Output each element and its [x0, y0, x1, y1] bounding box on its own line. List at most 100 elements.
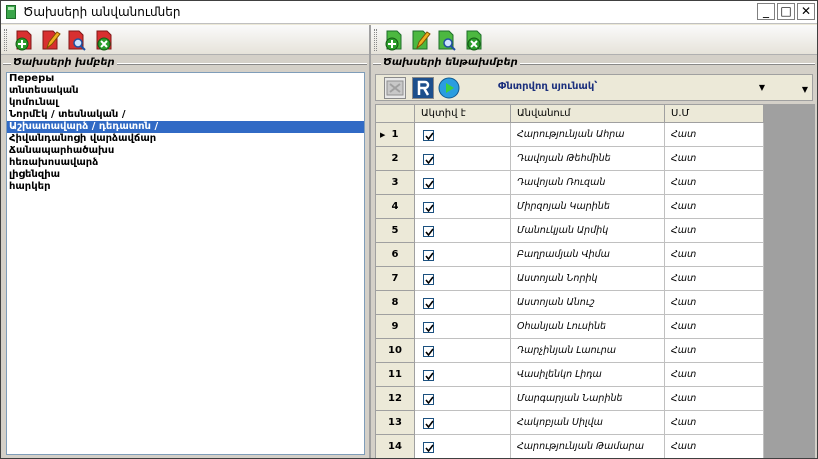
active-checkbox[interactable] — [423, 249, 434, 261]
name-cell[interactable]: Վասիլենկո Լիդա — [510, 362, 665, 387]
active-checkbox[interactable] — [423, 369, 434, 381]
row-number[interactable]: 10 — [375, 338, 415, 363]
unit-cell[interactable]: Հատ — [664, 146, 764, 171]
group-list-item[interactable]: Աշխատավարձ / դեդատոն / — [7, 121, 364, 133]
name-cell[interactable]: Օհանյան Լուսինե — [510, 314, 665, 339]
group-list-item[interactable]: Նորմէկ / տեսնական / — [7, 109, 364, 121]
active-checkbox[interactable] — [423, 177, 434, 189]
row-number[interactable]: 7 — [375, 266, 415, 291]
group-list-item[interactable]: Ճանապարհածախս — [7, 145, 364, 157]
row-number[interactable]: 9 — [375, 314, 415, 339]
active-checkbox[interactable] — [423, 417, 434, 429]
table-row[interactable]: 6 Բաղրամյան Վիմա Հատ — [375, 242, 764, 267]
active-checkbox[interactable] — [423, 441, 434, 453]
row-number[interactable]: 13 — [375, 410, 415, 435]
unit-cell[interactable]: Հատ — [664, 170, 764, 195]
unit-cell[interactable]: Հատ — [664, 122, 764, 147]
active-checkbox[interactable] — [423, 201, 434, 213]
active-checkbox[interactable] — [423, 345, 434, 357]
active-checkbox[interactable] — [423, 393, 434, 405]
active-checkbox[interactable] — [423, 153, 434, 165]
name-cell[interactable]: Աստոյան Նորիկ — [510, 266, 665, 291]
edit-group-button[interactable] — [39, 28, 61, 52]
active-checkbox[interactable] — [423, 321, 434, 333]
unit-cell[interactable]: Հատ — [664, 218, 764, 243]
name-cell[interactable]: Դարչինյան Լաուրա — [510, 338, 665, 363]
toolbar-overflow-icon[interactable]: ▼ — [798, 75, 812, 100]
name-cell[interactable]: Մանուկյան Արմիկ — [510, 218, 665, 243]
group-list-item[interactable]: Հիվանդանոցի վարձավճար — [7, 133, 364, 145]
group-list-item[interactable]: Переры — [7, 73, 364, 85]
toolbar-grip[interactable] — [4, 29, 7, 51]
unit-cell[interactable]: Հատ — [664, 434, 764, 458]
row-number[interactable]: 11 — [375, 362, 415, 387]
row-number[interactable]: 14 — [375, 434, 415, 458]
toolbar-grip[interactable] — [374, 29, 377, 51]
add-group-button[interactable] — [13, 28, 35, 52]
table-row[interactable]: 12 Մարգարյան Նարինե Հատ — [375, 386, 764, 411]
col-header-active[interactable]: Ակտիվ է — [414, 104, 511, 123]
table-row[interactable]: 7 Աստոյան Նորիկ Հատ — [375, 266, 764, 291]
name-cell[interactable]: Դավոյան Թեհմինե — [510, 146, 665, 171]
table-row[interactable]: ▶ 1 Հարությունյան Ահրա Հատ — [375, 122, 764, 147]
row-number[interactable]: 3 — [375, 170, 415, 195]
active-checkbox[interactable] — [423, 225, 434, 237]
group-list-item[interactable]: հեռախոսավարձ — [7, 157, 364, 169]
unit-cell[interactable]: Հատ — [664, 362, 764, 387]
unit-cell[interactable]: Հատ — [664, 266, 764, 291]
table-row[interactable]: 4 Միրզոյան Կարինե Հատ — [375, 194, 764, 219]
chevron-down-icon[interactable]: ▼ — [754, 79, 770, 96]
unit-cell[interactable]: Հատ — [664, 242, 764, 267]
row-number[interactable]: 6 — [375, 242, 415, 267]
edit-subgroup-button[interactable] — [409, 28, 431, 52]
find-group-button[interactable] — [65, 28, 87, 52]
delete-subgroup-button[interactable] — [463, 28, 485, 52]
row-number[interactable]: 12 — [375, 386, 415, 411]
name-cell[interactable]: Հարությունյան Թամարա — [510, 434, 665, 458]
delete-group-button[interactable] — [93, 28, 115, 52]
name-cell[interactable]: Աստոյան Անուշ — [510, 290, 665, 315]
report-button[interactable] — [412, 77, 434, 99]
unit-cell[interactable]: Հատ — [664, 338, 764, 363]
col-header-name[interactable]: Անվանում — [510, 104, 665, 123]
search-column-combo[interactable]: Փնտրվող սյունակ՝ ▼ — [476, 78, 772, 98]
group-list-item[interactable]: կոմունալ — [7, 97, 364, 109]
unit-cell[interactable]: Հատ — [664, 194, 764, 219]
unit-cell[interactable]: Հատ — [664, 410, 764, 435]
group-list-item[interactable]: լիցենզիա — [7, 169, 364, 181]
table-row[interactable]: 9 Օհանյան Լուսինե Հատ — [375, 314, 764, 339]
unit-cell[interactable]: Հատ — [664, 314, 764, 339]
name-cell[interactable]: Բաղրամյան Վիմա — [510, 242, 665, 267]
active-checkbox[interactable] — [423, 273, 434, 285]
active-checkbox[interactable] — [423, 297, 434, 309]
find-subgroup-button[interactable] — [435, 28, 457, 52]
table-row[interactable]: 3 Դավոյան Ռուզան Հատ — [375, 170, 764, 195]
add-subgroup-button[interactable] — [383, 28, 405, 52]
table-row[interactable]: 8 Աստոյան Անուշ Հատ — [375, 290, 764, 315]
close-button[interactable]: ✕ — [797, 3, 815, 20]
maximize-button[interactable]: □ — [777, 3, 795, 20]
minimize-button[interactable]: _ — [757, 3, 775, 20]
row-number[interactable]: ▶ 1 — [375, 122, 415, 147]
row-number[interactable]: 2 — [375, 146, 415, 171]
row-number[interactable]: 5 — [375, 218, 415, 243]
table-row[interactable]: 14 Հարությունյան Թամարա Հատ — [375, 434, 764, 458]
group-list-item[interactable]: հարկեր — [7, 181, 364, 193]
col-header-unit[interactable]: Ս.Մ — [664, 104, 764, 123]
table-row[interactable]: 10 Դարչինյան Լաուրա Հատ — [375, 338, 764, 363]
table-row[interactable]: 5 Մանուկյան Արմիկ Հատ — [375, 218, 764, 243]
name-cell[interactable]: Հակոբյան Սիլվա — [510, 410, 665, 435]
unit-cell[interactable]: Հատ — [664, 386, 764, 411]
play-button[interactable] — [438, 77, 460, 99]
active-checkbox[interactable] — [423, 129, 434, 141]
row-number[interactable]: 8 — [375, 290, 415, 315]
name-cell[interactable]: Հարությունյան Ահրա — [510, 122, 665, 147]
name-cell[interactable]: Մարգարյան Նարինե — [510, 386, 665, 411]
name-cell[interactable]: Միրզոյան Կարինե — [510, 194, 665, 219]
unit-cell[interactable]: Հատ — [664, 290, 764, 315]
group-list-item[interactable]: տնտեսական — [7, 85, 364, 97]
groups-list[interactable]: Переры տնտեսական կոմունալ Նորմէկ / տեսնական… — [6, 72, 365, 455]
table-row[interactable]: 2 Դավոյան Թեհմինե Հատ — [375, 146, 764, 171]
export-button[interactable] — [384, 77, 406, 99]
row-number[interactable]: 4 — [375, 194, 415, 219]
